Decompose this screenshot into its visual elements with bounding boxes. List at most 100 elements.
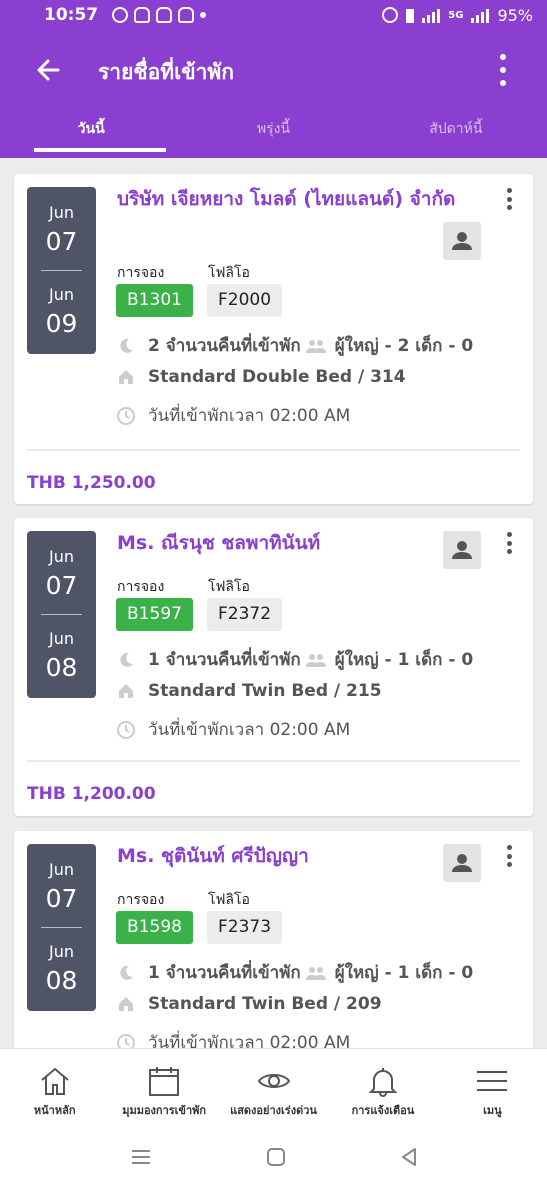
nav-notifications[interactable]: การแจ้งเตือน — [328, 1049, 437, 1132]
guest-name[interactable]: บริษัท เจียหยาง โมลด์ (ไทยแลนด์) จำกัด — [117, 184, 455, 214]
back-button-icon[interactable] — [398, 1146, 420, 1172]
card-menu-icon[interactable] — [507, 532, 515, 554]
nav-quick-view[interactable]: แสดงอย่างเร่งด่วน — [219, 1049, 328, 1132]
departure-day: 08 — [45, 966, 78, 995]
tab-today[interactable]: วันนี้ — [0, 110, 182, 158]
reservation-list[interactable]: Jun 07 Jun 09 บริษัท เจียหยาง โมลด์ (ไทย… — [0, 158, 547, 1048]
checkin-row: วันที่เข้าพักเวลา 02:00 AM — [116, 716, 350, 743]
status-right: 5G 95% — [382, 6, 533, 25]
person-icon[interactable] — [443, 844, 481, 882]
overflow-menu-icon[interactable] — [493, 54, 513, 86]
folio-number[interactable]: F2000 — [207, 284, 282, 317]
date-divider — [41, 614, 82, 615]
arrival-day: 07 — [45, 227, 78, 256]
arrival-day: 07 — [45, 884, 78, 913]
departure-month: Jun — [49, 629, 74, 648]
status-bar: 10:57 5G 95% — [0, 0, 547, 30]
card-divider — [27, 760, 520, 762]
date-range: Jun 07 Jun 09 — [27, 187, 96, 354]
folio-label: โฟลิโอ — [208, 579, 250, 595]
booking-label: การจอง — [117, 579, 165, 595]
network-type: 5G — [448, 9, 464, 21]
person-icon[interactable] — [443, 222, 481, 260]
date-range: Jun 07 Jun 08 — [27, 531, 96, 698]
card-menu-icon[interactable] — [507, 188, 515, 210]
home-icon — [119, 684, 133, 698]
moon-icon — [120, 338, 133, 353]
whatsapp-icon — [112, 7, 129, 23]
bottom-navigation: หน้าหลัก มุมมองการเข้าพัก แสดงอย่างเร่งด… — [0, 1048, 547, 1132]
notification-icons — [112, 7, 207, 23]
folio-label: โฟลิโอ — [208, 892, 250, 908]
guests-text: ผู้ใหญ่ - 1 เด็ก - 0 — [334, 650, 474, 670]
guest-name[interactable]: Ms. ณีรนุช ชลพาทินันท์ — [117, 528, 320, 558]
booking-number[interactable]: B1597 — [116, 598, 193, 631]
folio-number[interactable]: F2373 — [207, 911, 282, 944]
folio-number[interactable]: F2372 — [207, 598, 282, 631]
signal-icon — [471, 7, 490, 23]
date-range: Jun 07 Jun 08 — [27, 844, 96, 1011]
volte-signal-icon — [422, 7, 441, 23]
clock-icon — [117, 406, 135, 425]
nights-row: 2 จำนวนคืนที่เข้าพัก ผู้ใหญ่ - 2 เด็ก - … — [116, 332, 473, 359]
system-navigation — [0, 1132, 547, 1187]
alarm-icon — [382, 7, 399, 23]
nav-menu[interactable]: เมนู — [438, 1049, 547, 1132]
card-menu-icon[interactable] — [507, 845, 515, 867]
nav-home[interactable]: หน้าหลัก — [0, 1049, 109, 1132]
nav-menu-label: เมนู — [483, 1104, 502, 1117]
departure-day: 09 — [45, 309, 78, 338]
calendar-icon — [149, 1067, 180, 1096]
departure-month: Jun — [49, 942, 74, 961]
snapchat-icon — [156, 7, 173, 23]
folio-label: โฟลิโอ — [208, 265, 250, 281]
people-icon — [305, 339, 326, 353]
nights-row: 1 จำนวนคืนที่เข้าพัก ผู้ใหญ่ - 1 เด็ก - … — [116, 959, 473, 986]
clock-icon — [117, 720, 135, 739]
nav-stay-view[interactable]: มุมมองการเข้าพัก — [109, 1049, 218, 1132]
reservation-card[interactable]: Jun 07 Jun 09 บริษัท เจียหยาง โมลด์ (ไทย… — [14, 174, 533, 504]
more-notifications-icon — [200, 12, 207, 18]
checkin-row: วันที่เข้าพักเวลา 02:00 AM — [116, 1029, 350, 1048]
tab-this-week[interactable]: สัปดาห์นี้ — [365, 110, 547, 158]
back-arrow-icon[interactable] — [30, 52, 66, 88]
arrival-month: Jun — [49, 547, 74, 566]
booking-number[interactable]: B1301 — [116, 284, 193, 317]
arrival-month: Jun — [49, 860, 74, 879]
snapchat-icon — [178, 7, 195, 23]
date-divider — [41, 270, 82, 271]
snapchat-icon — [134, 7, 151, 23]
room-row: Standard Twin Bed / 215 — [116, 681, 382, 701]
vibrate-icon — [406, 7, 415, 23]
app-bar: รายชื่อที่เข้าพัก วันนี้ พรุ่งนี้ สัปดาห… — [0, 30, 547, 158]
reservation-card[interactable]: Jun 07 Jun 08 Ms. ณีรนุช ชลพาทินันท์ การ… — [14, 518, 533, 816]
guests-text: ผู้ใหญ่ - 1 เด็ก - 0 — [334, 963, 474, 983]
menu-icon — [477, 1071, 508, 1091]
nights-text: 1 จำนวนคืนที่เข้าพัก — [148, 963, 301, 983]
reservation-card[interactable]: Jun 07 Jun 08 Ms. ชุตินันท์ ศรีปัญญา การ… — [14, 831, 533, 1048]
moon-icon — [120, 652, 133, 667]
nav-notifications-label: การแจ้งเตือน — [351, 1104, 415, 1117]
nav-quick-view-label: แสดงอย่างเร่งด่วน — [230, 1104, 317, 1117]
nights-text: 2 จำนวนคืนที่เข้าพัก — [148, 336, 301, 356]
recent-apps-icon[interactable] — [130, 1146, 152, 1172]
checkin-text: วันที่เข้าพักเวลา 02:00 AM — [148, 1033, 351, 1048]
booking-label: การจอง — [117, 892, 165, 908]
moon-icon — [120, 965, 133, 980]
nav-stay-view-label: มุมมองการเข้าพัก — [122, 1104, 207, 1117]
booking-number[interactable]: B1598 — [116, 911, 193, 944]
person-icon[interactable] — [443, 531, 481, 569]
room-row: Standard Double Bed / 314 — [116, 367, 406, 387]
tab-bar: วันนี้ พรุ่งนี้ สัปดาห์นี้ — [0, 110, 547, 158]
home-button-icon[interactable] — [265, 1146, 287, 1172]
date-divider — [41, 927, 82, 928]
guest-name[interactable]: Ms. ชุตินันท์ ศรีปัญญา — [117, 841, 309, 871]
card-divider — [27, 449, 520, 451]
home-icon — [119, 997, 133, 1011]
home-icon — [41, 1067, 69, 1095]
room-text: Standard Twin Bed / 209 — [148, 994, 382, 1014]
battery-level: 95% — [497, 5, 533, 25]
tab-tomorrow[interactable]: พรุ่งนี้ — [182, 110, 364, 158]
people-icon — [305, 966, 326, 980]
price: THB 1,250.00 — [27, 473, 156, 493]
